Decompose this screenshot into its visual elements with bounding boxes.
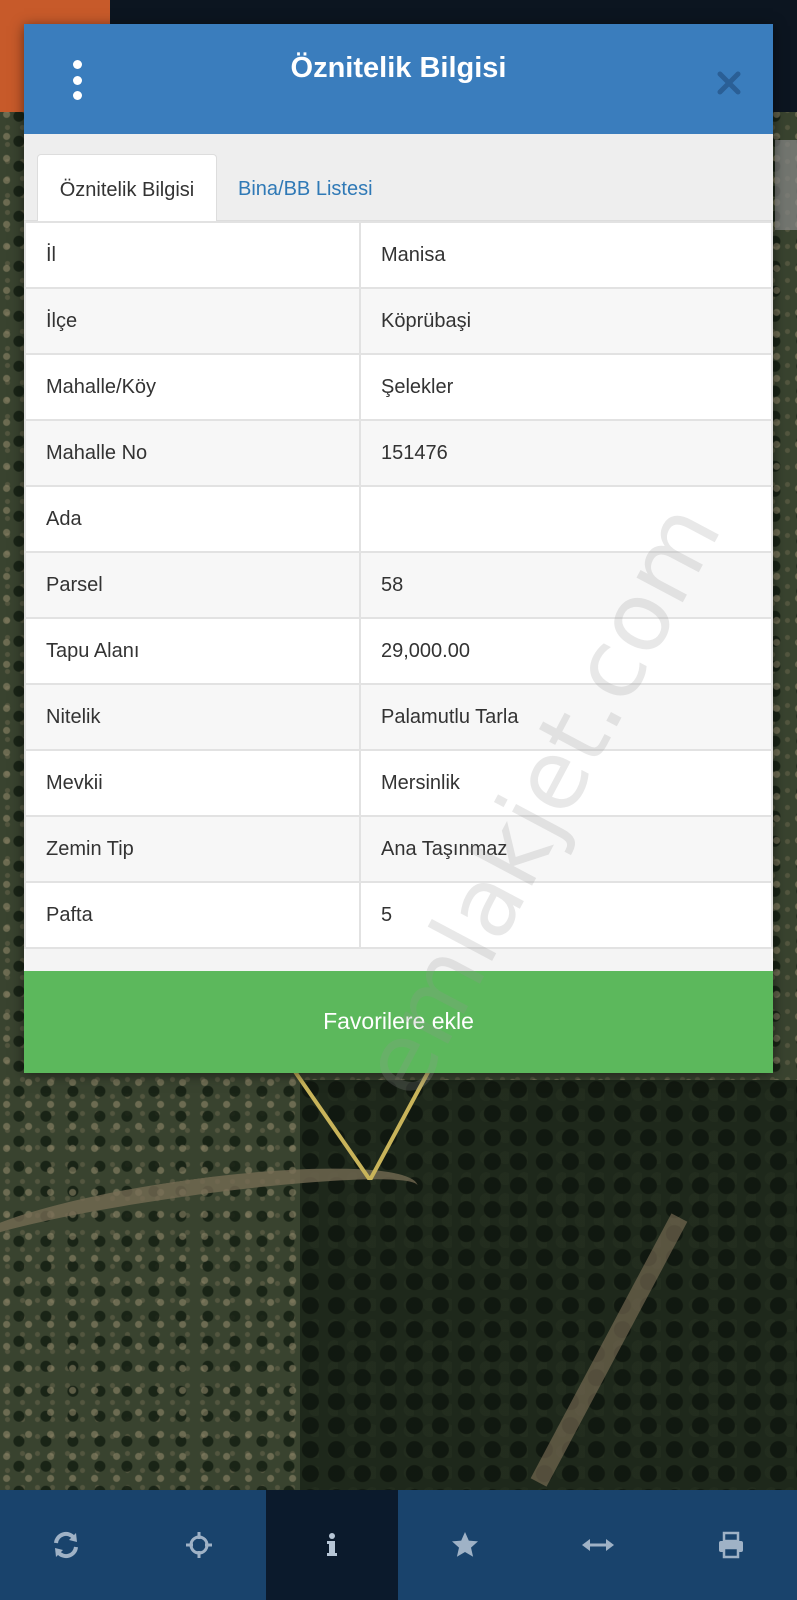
refresh-icon <box>54 1531 79 1559</box>
attribute-key: Ada <box>24 485 361 553</box>
measure-arrows-icon <box>581 1539 614 1551</box>
attribute-value: 5 <box>359 881 773 949</box>
attribute-value: 29,000.00 <box>359 617 773 685</box>
attribute-key: Parsel <box>24 551 361 619</box>
dialog-header: Öznitelik Bilgisi <box>24 24 773 134</box>
attribute-value: Şelekler <box>359 353 773 421</box>
tab-bar: Öznitelik Bilgisi Bina/BB Listesi <box>24 134 773 221</box>
attribute-value: 151476 <box>359 419 773 487</box>
attribute-dialog: Öznitelik Bilgisi Öznitelik Bilgisi Bina… <box>24 24 773 1114</box>
attribute-key: Mahalle/Köy <box>24 353 361 421</box>
star-icon <box>451 1532 478 1557</box>
attribute-key: Mahalle No <box>24 419 361 487</box>
add-to-favorites-button[interactable]: Favorilere ekle <box>24 971 773 1073</box>
tab-attribute-info[interactable]: Öznitelik Bilgisi <box>37 154 217 221</box>
attribute-key: İl <box>24 221 361 289</box>
close-icon[interactable] <box>714 68 744 98</box>
attribute-value: 58 <box>359 551 773 619</box>
attribute-row: Parsel 58 <box>24 551 773 619</box>
locate-button[interactable] <box>133 1490 266 1600</box>
attribute-value: Köprübaşi <box>359 287 773 355</box>
print-icon <box>718 1531 743 1559</box>
tab-building-list[interactable]: Bina/BB Listesi <box>238 154 373 220</box>
attribute-value <box>359 485 773 553</box>
attribute-row: Nitelik Palamutlu Tarla <box>24 683 773 751</box>
attribute-key: Zemin Tip <box>24 815 361 883</box>
attribute-key: Mevkii <box>24 749 361 817</box>
attribute-row: Mahalle/Köy Şelekler <box>24 353 773 421</box>
attribute-row: Pafta 5 <box>24 881 773 949</box>
dialog-title: Öznitelik Bilgisi <box>290 52 507 84</box>
info-button[interactable] <box>265 1490 399 1600</box>
attribute-row: İl Manisa <box>24 221 773 289</box>
info-icon <box>327 1533 338 1556</box>
attribute-row: Zemin Tip Ana Taşınmaz <box>24 815 773 883</box>
attribute-value: Mersinlik <box>359 749 773 817</box>
attribute-row: Mahalle No 151476 <box>24 419 773 487</box>
print-button[interactable] <box>664 1490 797 1600</box>
map-scrollbar[interactable] <box>775 140 797 230</box>
attribute-key: Tapu Alanı <box>24 617 361 685</box>
crosshair-icon <box>186 1532 213 1558</box>
bottom-toolbar <box>0 1490 797 1600</box>
attribute-value: Ana Taşınmaz <box>359 815 773 883</box>
attribute-key: Nitelik <box>24 683 361 751</box>
attribute-value: Manisa <box>359 221 773 289</box>
favorites-button[interactable] <box>398 1490 531 1600</box>
attribute-key: Pafta <box>24 881 361 949</box>
attribute-value: Palamutlu Tarla <box>359 683 773 751</box>
attribute-key: İlçe <box>24 287 361 355</box>
attribute-row: İlçe Köprübaşi <box>24 287 773 355</box>
attribute-table: İl Manisa İlçe Köprübaşi Mahalle/Köy Şelekler… <box>24 221 773 949</box>
attribute-row: Mevkii Mersinlik <box>24 749 773 817</box>
measure-button[interactable] <box>531 1490 664 1600</box>
refresh-button[interactable] <box>0 1490 133 1600</box>
attribute-row: Ada <box>24 485 773 553</box>
attribute-row: Tapu Alanı 29,000.00 <box>24 617 773 685</box>
